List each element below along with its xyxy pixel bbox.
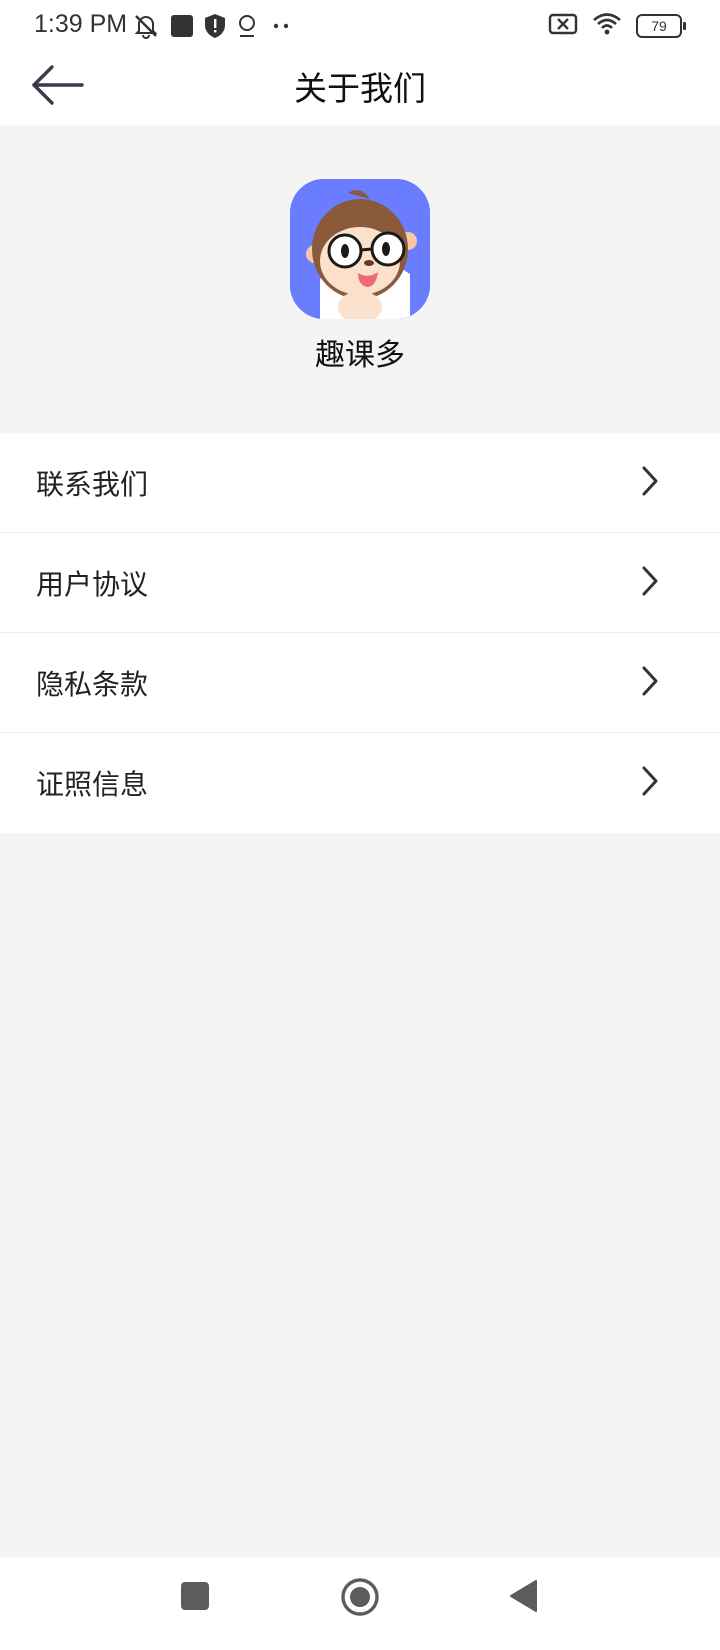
menu-item-contact-us[interactable]: 联系我们: [0, 433, 720, 533]
home-circle-icon: [340, 1578, 380, 1621]
chevron-right-icon: [640, 565, 660, 601]
chevron-right-icon: [640, 665, 660, 701]
chevron-right-icon: [640, 765, 660, 801]
more-dots-icon: [268, 13, 294, 43]
menu-item-label: 用户协议: [36, 567, 149, 601]
sim-disabled-icon: [548, 12, 578, 40]
menu-item-license-info[interactable]: 证照信息: [0, 733, 720, 833]
mute-icon: [132, 12, 160, 44]
status-bar: 1:39 PM 79: [0, 0, 720, 54]
back-triangle-icon: [508, 1580, 538, 1617]
recent-apps-square-icon: [180, 1582, 210, 1615]
app-info: 趣课多: [0, 125, 720, 433]
menu-item-label: 联系我们: [36, 467, 149, 501]
back-nav-button[interactable]: [508, 1579, 538, 1617]
menu-list: 联系我们 用户协议 隐私条款 证照信息: [0, 433, 720, 833]
home-button[interactable]: [340, 1577, 380, 1621]
menu-item-label: 证照信息: [36, 768, 149, 801]
recent-apps-button[interactable]: [180, 1581, 210, 1615]
app-name: 趣课多: [315, 338, 405, 373]
page-title: 关于我们: [294, 69, 426, 108]
chevron-right-icon: [640, 465, 660, 501]
battery-level: 79: [651, 18, 667, 34]
status-right-icons: 79: [548, 12, 686, 40]
status-time: 1:39 PM: [34, 10, 128, 38]
location-icon: [236, 13, 258, 43]
menu-item-user-agreement[interactable]: 用户协议: [0, 533, 720, 633]
wifi-icon: [592, 12, 622, 40]
system-nav-bar: [0, 1557, 720, 1650]
app-square-icon: [170, 14, 194, 42]
battery-icon: 79: [636, 14, 686, 38]
status-left-icons: [132, 12, 294, 44]
menu-item-privacy-terms[interactable]: 隐私条款: [0, 633, 720, 733]
app-logo: [290, 179, 430, 319]
header: 关于我们: [0, 54, 720, 125]
menu-item-label: 隐私条款: [36, 667, 149, 701]
shield-alert-icon: [204, 13, 226, 43]
